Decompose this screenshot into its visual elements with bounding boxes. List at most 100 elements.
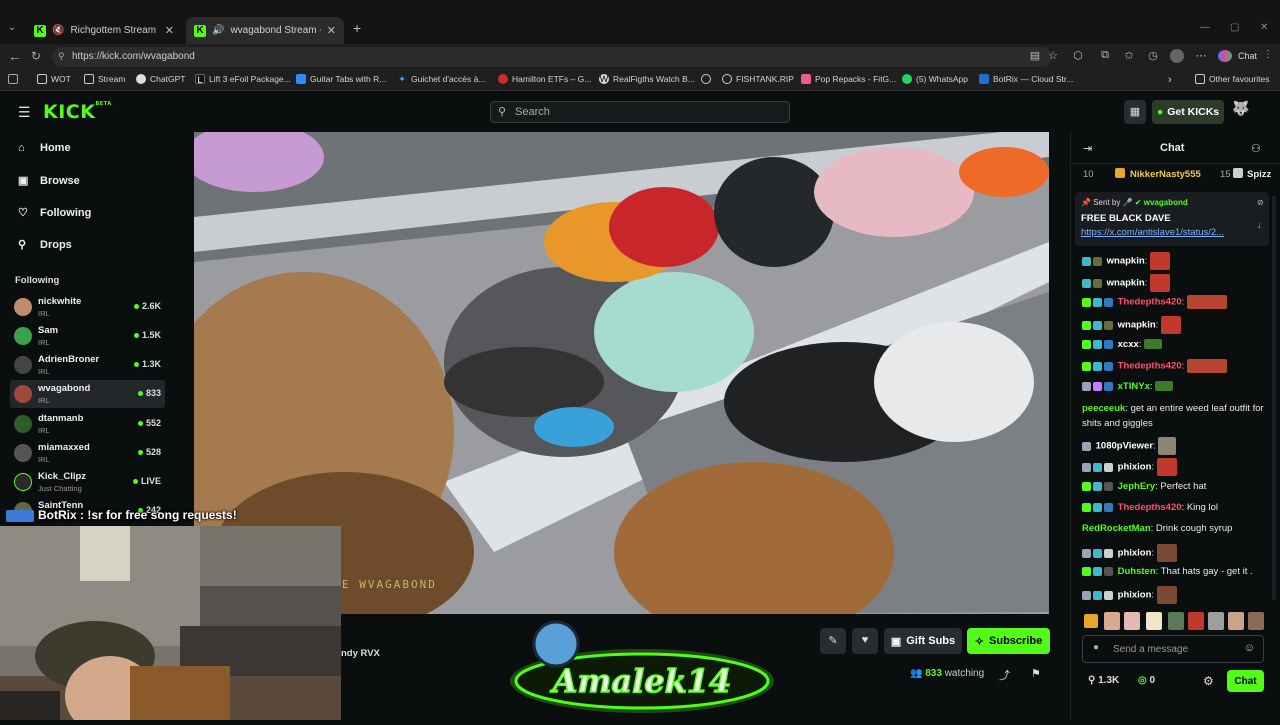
maximize-icon[interactable]: ▢	[1230, 22, 1239, 33]
tab-wvagabond[interactable]: K 🔊 wvagabond Stream - Watch Li ✕	[186, 17, 344, 44]
bookmark-lift[interactable]: L Lift 3 eFoil Package...	[195, 74, 291, 85]
pinned-link[interactable]: https://x.com/antislave1/status/2...	[1081, 227, 1263, 238]
chat-message: xcxx:	[1082, 338, 1267, 353]
browser-settings-icon[interactable]: ⋮	[1263, 49, 1273, 60]
sidebar-item-browse[interactable]: ▣ Browse	[18, 174, 80, 188]
favorite-star-icon[interactable]: ☆	[1046, 49, 1060, 63]
bookmark-globe[interactable]	[701, 74, 715, 84]
top-gifter-2-name[interactable]: Spizz	[1247, 169, 1271, 180]
sub-badge-icon	[1093, 361, 1102, 371]
sidebar-item-following[interactable]: ♡ Following	[18, 206, 91, 220]
menu-icon[interactable]: ☰	[18, 104, 31, 121]
browser-chat-button[interactable]: Chat	[1238, 51, 1257, 61]
following-item-nickwhite[interactable]: nickwhite IRL 2.6K	[10, 293, 165, 321]
expand-pinned-icon[interactable]: ↓	[1257, 220, 1262, 230]
send-chat-button[interactable]: Chat	[1227, 670, 1264, 692]
sidebar-item-home[interactable]: ⌂ Home	[18, 142, 71, 154]
channel-points[interactable]: ◎ 0	[1138, 675, 1155, 686]
copilot-icon[interactable]	[1218, 50, 1232, 62]
profile-icon[interactable]	[1170, 49, 1184, 63]
chat-title: Chat	[1160, 142, 1185, 154]
close-tab-icon[interactable]: ✕	[327, 24, 336, 37]
get-kicks-button[interactable]: ● Get KICKs	[1152, 100, 1224, 124]
emote-icon[interactable]	[1188, 612, 1204, 630]
pinned-sent-by: 📌 Sent by 🎤 ✔ wvagabond	[1081, 198, 1188, 207]
pinned-message[interactable]: 📌 Sent by 🎤 ✔ wvagabond ⊘ ↓ FREE BLACK D…	[1075, 192, 1269, 246]
chat-settings-icon[interactable]: ⚙	[1203, 674, 1214, 688]
emote-icon[interactable]	[1084, 614, 1098, 628]
share-icon[interactable]: ⤴	[999, 667, 1010, 683]
emoji-icon[interactable]: ☺	[1244, 642, 1255, 654]
following-item-kick-clipz[interactable]: Kick_Clipz Just Chatting LIVE	[10, 468, 165, 496]
bookmark-botrix[interactable]: BotRix — Cloud Str...	[979, 74, 1073, 84]
close-tab-icon[interactable]: ✕	[165, 24, 174, 37]
kick-logo[interactable]: KICKBETA	[43, 101, 112, 123]
favorites-icon[interactable]: ✩	[1122, 49, 1136, 63]
window-close-icon[interactable]: ✕	[1260, 22, 1268, 33]
bookmark-whatsapp[interactable]: (5) WhatsApp	[902, 74, 968, 84]
bookmark-hamilton[interactable]: Hamilton ETFs – G...	[498, 74, 591, 84]
bookmark-guitar-tabs[interactable]: Guitar Tabs with R...	[296, 74, 386, 84]
bookmark-icon-button[interactable]	[8, 74, 22, 84]
following-item-sam[interactable]: Sam IRL 1.5K	[10, 322, 165, 350]
bookmark-folder-stream[interactable]: Stream	[84, 74, 125, 84]
new-tab-icon[interactable]: +	[353, 20, 361, 36]
sidebar-item-drops[interactable]: ⚲ Drops	[18, 238, 72, 252]
bookmark-realfigths[interactable]: W RealFigths Watch B...	[599, 74, 695, 84]
gift-subs-button[interactable]: ▣ Gift Subs	[884, 628, 962, 654]
chat-message: phixion:	[1082, 544, 1267, 562]
speaker-icon[interactable]: 🔊	[212, 25, 224, 36]
kicks-balance[interactable]: ⚲ 1.3K	[1088, 675, 1119, 686]
browser-tab-bar: ⌄ K 🔇 Richgottem Stream - Watch Li ✕ K 🔊…	[0, 0, 1280, 44]
report-icon[interactable]: ⚑	[1031, 667, 1041, 680]
collapse-chat-icon[interactable]: ⇥	[1083, 142, 1092, 155]
more-icon[interactable]: ⋯	[1194, 49, 1208, 63]
muted-speaker-icon[interactable]: 🔇	[52, 25, 64, 36]
bookmark-folder-wot[interactable]: WOT	[37, 74, 71, 84]
follow-heart-icon[interactable]: ♥	[852, 628, 878, 654]
split-screen-icon[interactable]: ⧉	[1098, 49, 1112, 63]
emote-icon[interactable]	[1124, 612, 1140, 630]
top-gifter-name[interactable]: NikkerNasty555	[1130, 169, 1201, 180]
chat-message-input[interactable]: ● Send a message ☺	[1082, 635, 1264, 663]
emote-icon[interactable]	[1146, 612, 1162, 630]
back-icon[interactable]: ←	[8, 48, 22, 64]
search-input[interactable]: ⚲ Search	[490, 101, 790, 123]
url-field[interactable]: ⚲ https://kick.com/wvagabond	[52, 47, 1052, 67]
chat-users-icon[interactable]: ⚇	[1251, 142, 1261, 155]
bookmark-fitgirl[interactable]: Pop Repacks - FitG...	[801, 74, 896, 84]
tab-list-icon[interactable]: ⌄	[8, 22, 16, 33]
emote-icon[interactable]	[1228, 612, 1244, 630]
history-icon[interactable]: ◷	[1146, 49, 1160, 63]
reload-icon[interactable]: ↻	[31, 49, 41, 63]
minimize-icon[interactable]: —	[1200, 22, 1210, 33]
bookmark-fishtank[interactable]: FISHTANK.RIP	[722, 74, 794, 84]
following-item-dtanmanb[interactable]: dtanmanb IRL 552	[10, 410, 165, 438]
view-mode-icon[interactable]: ▦	[1124, 100, 1146, 124]
beta-badge: BETA	[95, 101, 112, 107]
subscribe-button[interactable]: ✧ Subscribe	[967, 628, 1050, 654]
viewer-count: 👥 833 watching	[910, 668, 985, 679]
hide-pinned-icon[interactable]: ⊘	[1257, 198, 1264, 207]
user-avatar[interactable]: 🐺	[1230, 100, 1252, 124]
bookmark-guichet[interactable]: ✦ Guichet d'accès à...	[397, 74, 485, 84]
following-item-wvagabond[interactable]: wvagabond IRL 833	[10, 380, 165, 408]
extensions-icon[interactable]: ⬡	[1071, 49, 1085, 63]
emote-icon[interactable]	[1104, 612, 1120, 630]
emote-icon[interactable]	[1208, 612, 1224, 630]
reader-icon[interactable]: ▤	[1028, 49, 1042, 63]
chat-scrollbar[interactable]	[1272, 196, 1276, 600]
bookmark-folder-other[interactable]: Other favourites	[1195, 74, 1269, 84]
mute-notifications-icon[interactable]: ✎	[820, 628, 846, 654]
badge-icon	[1082, 339, 1091, 349]
site-info-icon[interactable]: ⚲	[58, 51, 65, 62]
bookmarks-overflow-icon[interactable]: ›	[1168, 74, 1172, 86]
reading-list-icon	[8, 74, 18, 84]
following-item-miamaxxed[interactable]: miamaxxed IRL 528	[10, 439, 165, 467]
bookmark-chatgpt[interactable]: ChatGPT	[136, 74, 185, 84]
following-item-adrienbroner[interactable]: AdrienBroner IRL 1.3K	[10, 351, 165, 379]
chat-message: peeceeuk: get an entire weed leaf outfit…	[1082, 403, 1264, 429]
emote-icon[interactable]	[1248, 612, 1264, 630]
tab-richgottem[interactable]: K 🔇 Richgottem Stream - Watch Li ✕	[26, 17, 182, 44]
emote-icon[interactable]	[1168, 612, 1184, 630]
